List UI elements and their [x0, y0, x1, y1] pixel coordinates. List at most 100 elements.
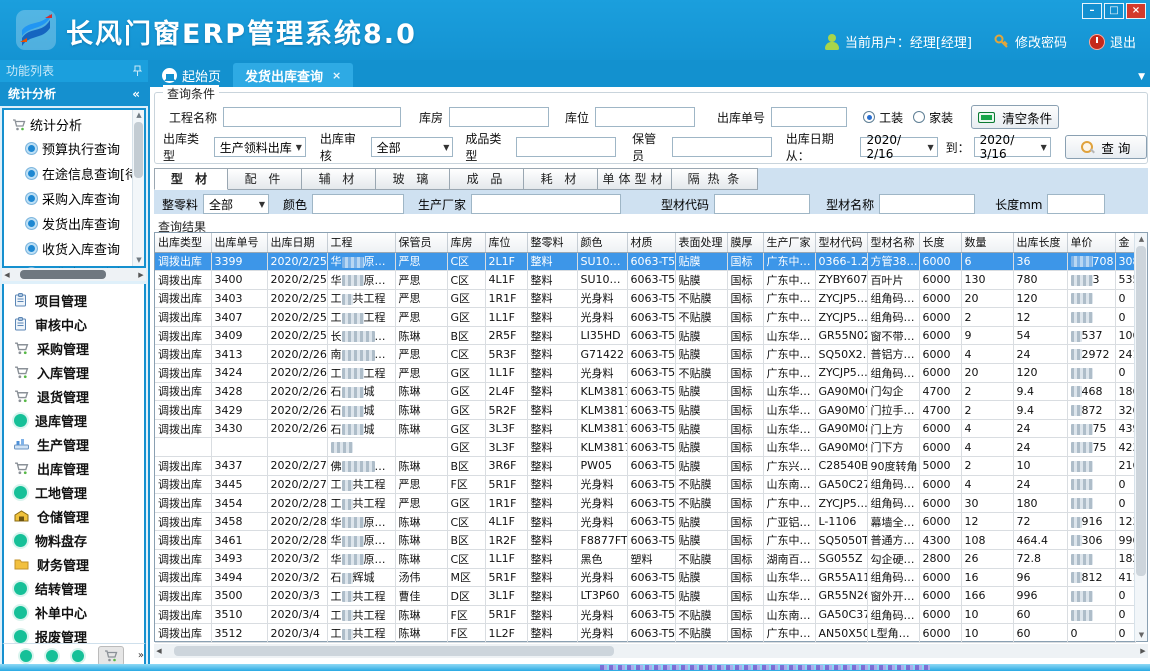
- column-header-库位[interactable]: 库位: [485, 233, 527, 252]
- column-header-膜厚[interactable]: 膜厚: [727, 233, 763, 252]
- circle-icon[interactable]: [72, 650, 84, 662]
- material-tab-型材[interactable]: 型 材: [154, 168, 228, 190]
- cart-button[interactable]: [98, 646, 124, 666]
- column-header-生产厂家[interactable]: 生产厂家: [763, 233, 815, 252]
- factory-input[interactable]: [471, 194, 621, 214]
- radio-jiazhuang[interactable]: 家装: [913, 109, 953, 126]
- table-row[interactable]: 调拨出库34072020/2/25工工程严思G区1L1F整料光身料6063-T5…: [155, 308, 1135, 327]
- out-type-select[interactable]: 生产领料出库▼: [214, 137, 306, 157]
- table-row[interactable]: 调拨出库34002020/2/25华原…严思C区4L1F整料SU10…6063-…: [155, 271, 1135, 290]
- profile-name-input[interactable]: [879, 194, 975, 214]
- sidebar-group-采购管理[interactable]: 采购管理: [4, 336, 144, 360]
- table-row[interactable]: 调拨出库34032020/2/25工共工程严思G区1R1F整料光身料6063-T…: [155, 289, 1135, 308]
- material-tab-成品[interactable]: 成 品: [450, 168, 524, 190]
- date-to-picker[interactable]: 2020/ 3/16▼: [974, 137, 1051, 157]
- table-row[interactable]: 调拨出库34292020/2/26石城陈琳G区5R2F整料KLM38176063…: [155, 401, 1135, 420]
- column-header-出库类型[interactable]: 出库类型: [155, 233, 211, 252]
- more-chevron[interactable]: »: [138, 650, 144, 661]
- tab-overflow-icon[interactable]: ▼: [1138, 72, 1145, 82]
- sidebar-group-出库管理[interactable]: 出库管理: [4, 456, 144, 480]
- tree-item-发货出库查询[interactable]: 发货出库查询: [4, 211, 144, 236]
- sidebar-section-header[interactable]: 统计分析 «: [0, 82, 148, 106]
- column-header-颜色[interactable]: 颜色: [577, 233, 627, 252]
- table-row[interactable]: 调拨出库34542020/2/28工共工程严思G区1R1F整料光身料6063-T…: [155, 494, 1135, 513]
- location-input[interactable]: [595, 107, 695, 127]
- table-row[interactable]: 调拨出库34452020/2/27工共工程严思F区5R1F整料光身料6063-T…: [155, 475, 1135, 494]
- tab-shipping-outbound-query[interactable]: 发货出库查询 ×: [233, 63, 353, 87]
- circle-icon[interactable]: [20, 650, 32, 662]
- audit-select[interactable]: 全部▼: [371, 137, 454, 157]
- column-header-型材名称[interactable]: 型材名称: [867, 233, 919, 252]
- table-row[interactable]: 调拨出库34612020/2/28华原…陈琳B区1R2F整料F8877FT606…: [155, 531, 1135, 550]
- column-header-出库单号[interactable]: 出库单号: [211, 233, 267, 252]
- whole-part-select[interactable]: 全部▼: [203, 194, 269, 214]
- column-header-库房[interactable]: 库房: [447, 233, 485, 252]
- material-tab-单体型材[interactable]: 单体型材: [598, 168, 672, 190]
- material-tab-辅材[interactable]: 辅 材: [302, 168, 376, 190]
- tree-vertical-scrollbar[interactable]: ▲ ▼: [132, 110, 144, 266]
- radio-gongzhuang[interactable]: 工装: [863, 109, 903, 126]
- column-header-保管员[interactable]: 保管员: [395, 233, 447, 252]
- tab-home[interactable]: 起始页: [150, 63, 233, 87]
- sidebar-group-物料盘存[interactable]: 物料盘存: [4, 528, 144, 552]
- maximize-button[interactable]: □: [1104, 3, 1124, 19]
- project-name-input[interactable]: [223, 107, 401, 127]
- table-row[interactable]: 调拨出库34132020/2/26南…严思C区5R3F整料G714226063-…: [155, 345, 1135, 364]
- search-button[interactable]: 查 询: [1065, 135, 1147, 159]
- color-input[interactable]: [312, 194, 404, 214]
- circle-icon[interactable]: [46, 650, 58, 662]
- sidebar-group-退库管理[interactable]: 退库管理: [4, 408, 144, 432]
- column-header-整零料[interactable]: 整零料: [527, 233, 577, 252]
- sidebar-group-入库管理[interactable]: 入库管理: [4, 360, 144, 384]
- tree-item-在途信息查询待[interactable]: 在途信息查询[待: [4, 161, 144, 186]
- minimize-button[interactable]: –: [1082, 3, 1102, 19]
- table-row[interactable]: 调拨出库34302020/2/26石城陈琳G区3L3F整料KLM38176063…: [155, 419, 1135, 438]
- pin-icon[interactable]: [133, 65, 142, 77]
- order-no-input[interactable]: [771, 107, 847, 127]
- table-row[interactable]: 调拨出库34942020/3/2石辉城汤伟M区5R1F整料光身料6063-T5贴…: [155, 568, 1135, 587]
- collapse-icon[interactable]: «: [132, 82, 140, 106]
- column-header-长度[interactable]: 长度: [919, 233, 961, 252]
- warehouse-input[interactable]: [449, 107, 549, 127]
- grid-horizontal-scrollbar[interactable]: ◀▶: [154, 644, 1148, 658]
- column-header-单价[interactable]: 单价: [1067, 233, 1115, 252]
- table-row[interactable]: 调拨出库35102020/3/4工共工程陈琳F区5R1F整料光身料6063-T5…: [155, 605, 1135, 624]
- material-tab-耗材[interactable]: 耗 材: [524, 168, 598, 190]
- column-header-工程[interactable]: 工程: [327, 233, 395, 252]
- column-header-出库日期[interactable]: 出库日期: [267, 233, 327, 252]
- grid-vertical-scrollbar[interactable]: ▲ ▼: [1134, 233, 1147, 641]
- table-row[interactable]: 调拨出库35002020/3/3工共工程曹佳D区3L1F整料LT3P606063…: [155, 587, 1135, 606]
- material-tab-配件[interactable]: 配 件: [228, 168, 302, 190]
- table-row[interactable]: 调拨出库33992020/2/25华原…严思C区2L1F整料SU10…6063-…: [155, 252, 1135, 271]
- tree-horizontal-scrollbar[interactable]: ◀▶: [2, 268, 146, 281]
- material-tab-隔热条[interactable]: 隔 热 条: [672, 168, 758, 190]
- sidebar-group-仓储管理[interactable]: 仓储管理: [4, 504, 144, 528]
- sidebar-group-生产管理[interactable]: 生产管理: [4, 432, 144, 456]
- table-row[interactable]: 调拨出库34282020/2/26石城陈琳G区2L4F整料KLM38176063…: [155, 382, 1135, 401]
- table-row[interactable]: 调拨出库34932020/3/2华原…陈琳C区1L1F整料黑色塑料不贴膜国标湖南…: [155, 550, 1135, 569]
- column-header-金[interactable]: 金: [1115, 233, 1135, 252]
- table-row[interactable]: 调拨出库34242020/2/26工工程严思G区1L1F整料光身料6063-T5…: [155, 364, 1135, 383]
- tree-item-收货入库查询[interactable]: 收货入库查询: [4, 236, 144, 261]
- table-row[interactable]: 调拨出库35122020/3/4工共工程陈琳F区1L2F整料光身料6063-T5…: [155, 624, 1135, 643]
- product-type-input[interactable]: [516, 137, 616, 157]
- sidebar-group-结转管理[interactable]: 结转管理: [4, 576, 144, 600]
- sidebar-group-补单中心[interactable]: 补单中心: [4, 600, 144, 624]
- change-password-button[interactable]: 修改密码: [994, 32, 1067, 51]
- keeper-input[interactable]: [672, 137, 772, 157]
- tree-item-采购入库查询[interactable]: 采购入库查询: [4, 186, 144, 211]
- tree-root[interactable]: 统计分析: [4, 110, 144, 136]
- profile-code-input[interactable]: [714, 194, 810, 214]
- table-row[interactable]: 调拨出库34582020/2/28华原…陈琳C区4L1F整料光身料6063-T5…: [155, 512, 1135, 531]
- sidebar-group-项目管理[interactable]: 项目管理: [4, 288, 144, 312]
- column-header-材质[interactable]: 材质: [627, 233, 675, 252]
- date-from-picker[interactable]: 2020/ 2/16▼: [860, 137, 937, 157]
- sidebar-group-审核中心[interactable]: 审核中心: [4, 312, 144, 336]
- table-row[interactable]: 调拨出库34372020/2/27佛…陈琳B区3R6F整料PW056063-T5…: [155, 457, 1135, 476]
- column-header-出库长度[interactable]: 出库长度: [1013, 233, 1067, 252]
- sidebar-group-退货管理[interactable]: 退货管理: [4, 384, 144, 408]
- logout-button[interactable]: 退出: [1089, 32, 1136, 51]
- tab-close-icon[interactable]: ×: [332, 69, 341, 82]
- column-header-数量[interactable]: 数量: [961, 233, 1013, 252]
- column-header-型材代码[interactable]: 型材代码: [815, 233, 867, 252]
